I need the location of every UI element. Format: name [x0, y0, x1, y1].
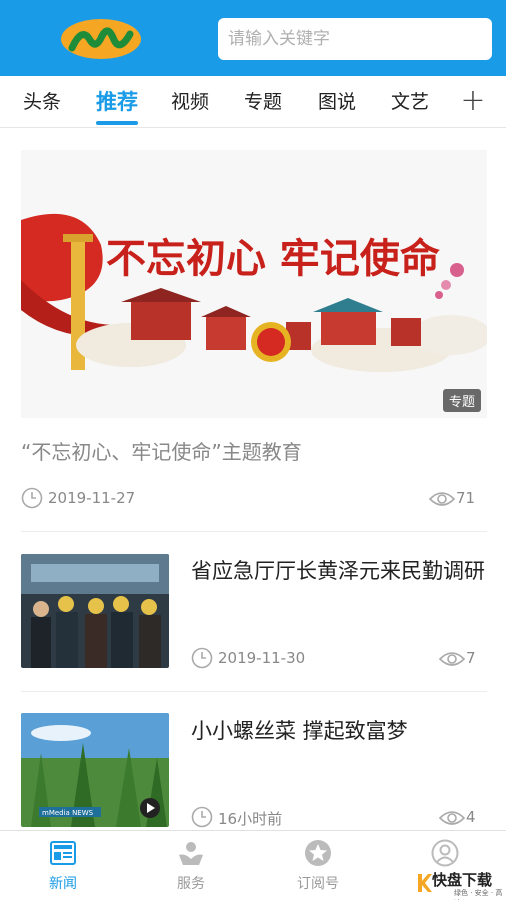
video-caption: mMedia NEWS [42, 809, 94, 817]
tab-video[interactable]: 视频 [166, 76, 214, 128]
news-title[interactable]: 小小螺丝菜 撑起致富梦 [191, 716, 491, 746]
divider [21, 531, 487, 532]
nav-service[interactable]: 服务 [151, 831, 231, 900]
news-date: 16小时前 [218, 810, 283, 828]
tab-headlines[interactable]: 头条 [18, 76, 66, 128]
news-date: 2019-11-30 [218, 649, 306, 667]
banner-slogan: 不忘初心 牢记使命 [106, 235, 440, 282]
active-tab-indicator [96, 121, 138, 125]
feature-date: 2019-11-27 [48, 489, 136, 507]
news-thumbnail[interactable] [21, 554, 169, 668]
search-box[interactable] [218, 18, 492, 60]
watermark-sub: 绿色 · 安全 · 高速 [454, 889, 503, 900]
nav-label: 新闻 [49, 876, 77, 892]
app-logo[interactable] [60, 18, 142, 60]
news-views: 4 [466, 808, 476, 826]
nav-label: 订阅号 [297, 876, 339, 892]
subscription-icon [305, 840, 331, 866]
news-title[interactable]: 省应急厅厅长黄泽元来民勤调研 [191, 556, 491, 586]
eye-icon [428, 492, 456, 506]
tab-literature[interactable]: 文艺 [386, 76, 434, 128]
eye-icon [438, 811, 466, 825]
clock-icon [191, 647, 213, 669]
eye-icon [438, 652, 466, 666]
watermark: 快盘下载 绿色 · 安全 · 高速 [414, 866, 506, 900]
play-icon[interactable] [139, 797, 161, 819]
feature-title[interactable]: “不忘初心、牢记使命”主题教育 [21, 436, 302, 465]
video-thumbnail[interactable]: mMedia NEWS [21, 713, 169, 827]
feature-views: 71 [456, 489, 476, 507]
service-icon [179, 842, 203, 865]
news-views: 7 [466, 649, 476, 667]
nav-subscription[interactable]: 订阅号 [278, 831, 358, 900]
user-icon [431, 839, 459, 867]
tab-topics[interactable]: 专题 [239, 76, 287, 128]
watermark-logo-icon [418, 874, 432, 892]
add-tab-icon[interactable]: + [456, 76, 490, 128]
feature-banner[interactable]: 不忘初心 牢记使命 专题 [21, 150, 487, 418]
divider [21, 691, 487, 692]
banner-illustration: 不忘初心 牢记使命 [21, 150, 487, 418]
tab-pictures[interactable]: 图说 [313, 76, 361, 128]
category-tabs: 头条 推荐 视频 专题 图说 文艺 + [0, 76, 506, 128]
topic-badge: 专题 [442, 389, 481, 412]
top-header [0, 0, 506, 76]
watermark-brand: 快盘下载 [432, 871, 493, 889]
search-input[interactable] [218, 18, 492, 60]
nav-label: 服务 [177, 876, 205, 892]
nav-news[interactable]: 新闻 [23, 831, 103, 900]
news-icon [50, 841, 76, 865]
news-photo [21, 554, 169, 668]
clock-icon [191, 806, 213, 828]
clock-icon [21, 487, 43, 509]
